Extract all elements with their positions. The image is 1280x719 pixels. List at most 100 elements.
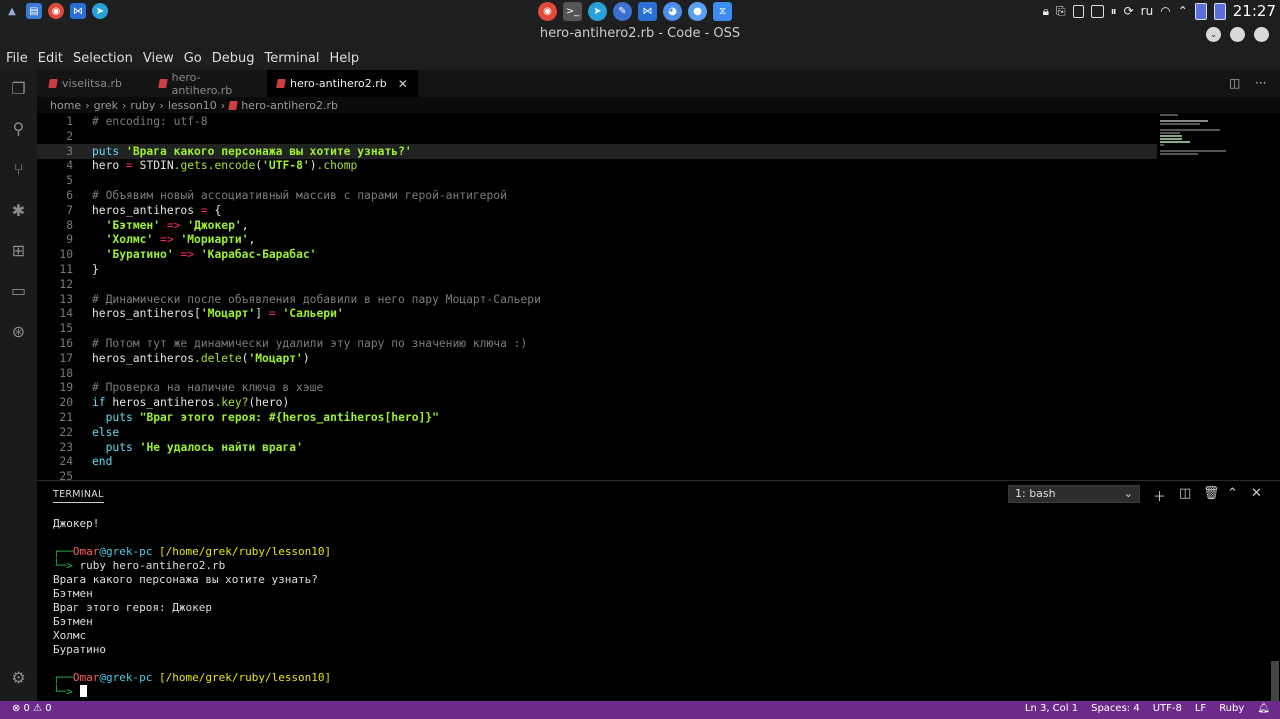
new-terminal-icon[interactable]: ＋ (1153, 486, 1166, 505)
app-menu-icon[interactable]: ▲ (4, 3, 20, 19)
kill-terminal-icon[interactable]: 🗑︎ (1203, 486, 1220, 501)
code-line[interactable]: 2 (37, 129, 1157, 144)
lock-icon[interactable]: 🔒︎ (1043, 4, 1049, 19)
code-line[interactable]: 18 (37, 366, 1157, 381)
vscode-taskbar-icon[interactable]: ⋈ (638, 2, 657, 21)
browser-taskbar-icon[interactable]: ◕ (663, 2, 682, 21)
code-editor[interactable]: 1 # encoding: utf-8 2 3 puts 'Врага какого п… (37, 113, 1280, 480)
folder-icon[interactable]: ▭ (8, 280, 29, 301)
split-terminal-icon[interactable]: ◫ (1179, 486, 1191, 501)
cursor-position[interactable]: Ln 3, Col 1 (1025, 703, 1078, 714)
chrome-icon[interactable]: ◉ (48, 3, 64, 19)
panel-header: TERMINAL 1: bash ⌄ ＋ ◫ 🗑︎ ⌃ ✕ (37, 480, 1280, 507)
maximize-button[interactable] (1230, 27, 1245, 42)
chrome-taskbar-icon[interactable]: ◉ (538, 2, 557, 21)
trash-icon[interactable] (1072, 4, 1084, 18)
language-mode[interactable]: Ruby (1219, 703, 1244, 714)
code-line[interactable]: 3 puts 'Врага какого персонажа вы хотите … (37, 143, 1157, 159)
menu-selection[interactable]: Selection (68, 51, 138, 66)
tab-terminal[interactable]: TERMINAL (53, 489, 104, 503)
notifications-bell-icon[interactable]: 🔔︎ (1257, 703, 1270, 714)
split-editor-icon[interactable]: ◫ (1229, 76, 1240, 90)
code-line[interactable]: 14 heros_antiheros['Моцарт'] = 'Сальери' (37, 306, 1157, 321)
tab-hero-antihero[interactable]: hero-antihero.rb (149, 70, 267, 97)
screenshot-icon[interactable] (1090, 4, 1104, 18)
code-line[interactable]: 23 puts 'Не удалось найти врага' (37, 440, 1157, 455)
menu-go[interactable]: Go (179, 51, 207, 66)
more-actions-icon[interactable]: ··· (1255, 76, 1266, 90)
battery-icon[interactable] (1194, 2, 1207, 20)
store-taskbar-icon[interactable]: ⧖ (713, 2, 732, 21)
code-line[interactable]: 21 puts "Враг этого героя: #{heros_antih… (37, 410, 1157, 425)
terminal-input-line[interactable]: └─> (53, 685, 87, 699)
code-line[interactable]: 15 (37, 321, 1157, 336)
terminal[interactable]: Джокер! ┌──Omar@grek-pc [/home/grek/ruby… (37, 506, 1280, 701)
code-line[interactable]: 22 else (37, 425, 1157, 440)
clock[interactable]: 21:27 (1233, 2, 1276, 20)
close-tab-icon[interactable]: ✕ (398, 77, 408, 91)
tab-hero-antihero2[interactable]: hero-antihero2.rb ✕ (267, 70, 418, 97)
app-taskbar-icon[interactable]: ● (688, 2, 707, 21)
code-line[interactable]: 24 end (37, 454, 1157, 469)
tab-viselitsa[interactable]: viselitsa.rb (37, 70, 149, 97)
close-panel-icon[interactable]: ✕ (1251, 486, 1262, 501)
source-control-icon[interactable]: ⑂ (8, 159, 29, 180)
menu-terminal[interactable]: Terminal (260, 51, 325, 66)
menu-debug[interactable]: Debug (207, 51, 260, 66)
menu-view[interactable]: View (138, 51, 179, 66)
timeline-icon[interactable]: ⊛ (8, 321, 29, 342)
minimap[interactable] (1160, 113, 1268, 173)
pause-icon[interactable]: ⏸ (1111, 4, 1117, 19)
code-line[interactable]: 6 # Объявим новый ассоциативный массив с … (37, 188, 1157, 203)
chevron-up-icon[interactable]: ⌃ (1178, 4, 1188, 18)
code-line[interactable]: 25 (37, 469, 1157, 480)
breadcrumb-item[interactable]: lesson10 (168, 99, 217, 112)
tool-taskbar-icon[interactable]: ✎ (613, 2, 632, 21)
vscode-icon[interactable]: ⋈ (70, 3, 86, 19)
breadcrumb-item[interactable]: hero-antihero2.rb (241, 99, 338, 112)
extensions-icon[interactable]: ⊞ (8, 240, 29, 261)
indentation[interactable]: Spaces: 4 (1091, 703, 1140, 714)
end-of-line[interactable]: LF (1195, 703, 1206, 714)
code-line[interactable]: 17 heros_antiheros.delete('Моцарт') (37, 351, 1157, 366)
files-icon[interactable]: ▤ (26, 3, 42, 19)
problems-indicator[interactable]: ⊗ 0 ⚠ 0 (12, 703, 52, 714)
code-line[interactable]: 11} (37, 262, 1157, 277)
keyboard-layout-label[interactable]: ru (1141, 4, 1154, 18)
code-line[interactable]: 5 (37, 173, 1157, 188)
terminal-selector[interactable]: 1: bash ⌄ (1008, 485, 1140, 503)
terminal-scrollbar[interactable] (1271, 661, 1279, 701)
code-line[interactable]: 1 # encoding: utf-8 (37, 114, 1157, 129)
breadcrumb-item[interactable]: ruby (130, 99, 155, 112)
telegram-taskbar-icon[interactable]: ➤ (588, 2, 607, 21)
settings-gear-icon[interactable]: ⚙ (8, 667, 29, 688)
battery2-icon[interactable] (1213, 2, 1226, 20)
menu-help[interactable]: Help (324, 51, 364, 66)
code-line[interactable]: 10 'Буратино' => 'Карабас-Барабас' (37, 247, 1157, 262)
menu-file[interactable]: File (0, 51, 33, 66)
explorer-icon[interactable]: ❐ (8, 78, 29, 99)
wifi-icon[interactable]: ◠ (1160, 4, 1170, 18)
code-line[interactable]: 7 heros_antiheros = { (37, 203, 1157, 218)
breadcrumb-item[interactable]: home (50, 99, 81, 112)
menu-edit[interactable]: Edit (33, 51, 68, 66)
code-line[interactable]: 4 hero = STDIN.gets.encode('UTF-8').chomp (37, 158, 1157, 173)
close-window-button[interactable] (1254, 27, 1269, 42)
code-line[interactable]: 9 'Холмс' => 'Мориарти', (37, 232, 1157, 247)
code-line[interactable]: 16 # Потом тут же динамически удалили эту… (37, 336, 1157, 351)
sync-icon[interactable]: ⟳ (1124, 4, 1134, 18)
search-icon[interactable]: ⚲ (8, 118, 29, 139)
file-encoding[interactable]: UTF-8 (1153, 703, 1182, 714)
maximize-panel-icon[interactable]: ⌃ (1227, 486, 1238, 501)
minimize-button[interactable]: ⌄ (1206, 27, 1221, 42)
code-line[interactable]: 13 # Динамически после объявления добавил… (37, 292, 1157, 307)
code-line[interactable]: 12 (37, 277, 1157, 292)
code-line[interactable]: 19 # Проверка на наличие ключа в хэше (37, 380, 1157, 395)
code-line[interactable]: 20 if heros_antiheros.key?(hero) (37, 395, 1157, 410)
clipboard-icon[interactable]: ⎘ (1056, 4, 1066, 19)
debug-icon[interactable]: ✱ (8, 200, 29, 221)
code-line[interactable]: 8 'Бэтмен' => 'Джокер', (37, 218, 1157, 233)
terminal-taskbar-icon[interactable]: >_ (563, 2, 582, 21)
telegram-icon[interactable]: ➤ (92, 3, 108, 19)
breadcrumb-item[interactable]: grek (94, 99, 118, 112)
